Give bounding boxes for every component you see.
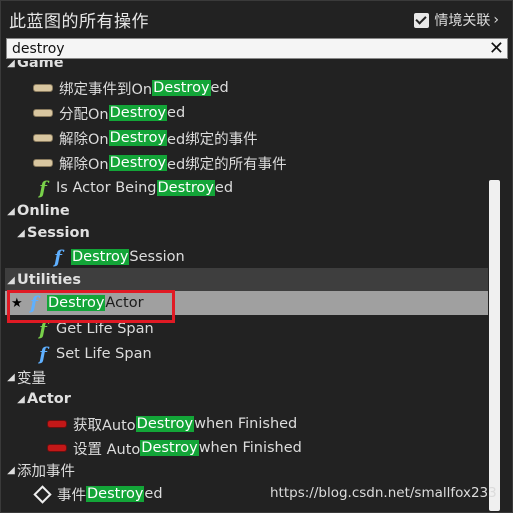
expand-arrow-icon[interactable]: ◢ [5, 465, 17, 476]
checkbox-checked-icon[interactable] [414, 12, 430, 28]
event-pill-icon [33, 109, 53, 117]
event-diamond-icon [33, 484, 52, 504]
function-icon: f [39, 343, 47, 365]
close-icon[interactable]: ✕ [489, 38, 504, 59]
expand-arrow-icon[interactable]: ◢ [5, 275, 17, 286]
category-online[interactable]: ◢ Online [5, 199, 488, 223]
expand-arrow-icon[interactable]: ◢ [5, 60, 17, 69]
category-add-event[interactable]: ◢ 添加事件 [5, 458, 488, 482]
list-item[interactable]: 分配On Destroy ed [5, 101, 488, 125]
expand-arrow-icon[interactable]: ◢ [5, 206, 17, 217]
list-item[interactable]: 绑定事件到On Destroy ed [5, 76, 488, 100]
variable-pill-icon [47, 420, 67, 428]
list-item[interactable]: 解除On Destroy ed绑定的事件 [5, 126, 488, 150]
search-box[interactable]: ✕ [6, 38, 508, 59]
annotation-highlight-box [7, 290, 175, 323]
context-sensitive-toggle[interactable]: 情境关联 › [414, 10, 499, 30]
list-item[interactable]: 设置 Auto Destroy when Finished [5, 436, 488, 460]
chevron-right-icon: › [493, 12, 499, 28]
expand-arrow-icon[interactable]: ◢ [15, 394, 27, 405]
expand-arrow-icon[interactable]: ◢ [15, 228, 27, 239]
header: 此蓝图的所有操作 情境关联 › [0, 0, 513, 38]
action-list[interactable]: ◢ Game 绑定事件到On Destroy ed 分配On Destroy ed … [5, 60, 488, 511]
scrollbar[interactable] [489, 180, 500, 511]
category-variables[interactable]: ◢ 变量 [5, 365, 488, 389]
category-session[interactable]: ◢ Session [5, 221, 488, 245]
context-label: 情境关联 [434, 13, 491, 29]
list-item[interactable]: f Is Actor Being Destroy ed [5, 176, 488, 200]
variable-pill-icon [47, 444, 67, 452]
list-item[interactable]: 解除On Destroy ed绑定的所有事件 [5, 151, 488, 175]
function-icon: f [39, 177, 47, 199]
category-utilities[interactable]: ◢ Utilities [5, 268, 488, 292]
function-icon: f [54, 246, 62, 268]
watermark: https://blog.csdn.net/smallfox233 [270, 485, 497, 501]
list-item[interactable]: f Set Life Span [5, 342, 488, 366]
category-actor[interactable]: ◢ Actor [5, 387, 488, 411]
event-pill-icon [33, 84, 53, 92]
list-item[interactable]: 获取Auto Destroy when Finished [5, 412, 488, 436]
list-item[interactable]: f Destroy Session [5, 245, 488, 269]
category-game[interactable]: ◢ Game [5, 60, 488, 75]
event-pill-icon [33, 159, 53, 167]
search-input[interactable] [12, 40, 482, 58]
event-pill-icon [33, 134, 53, 142]
panel-title: 此蓝图的所有操作 [9, 12, 149, 32]
expand-arrow-icon[interactable]: ◢ [5, 372, 17, 383]
